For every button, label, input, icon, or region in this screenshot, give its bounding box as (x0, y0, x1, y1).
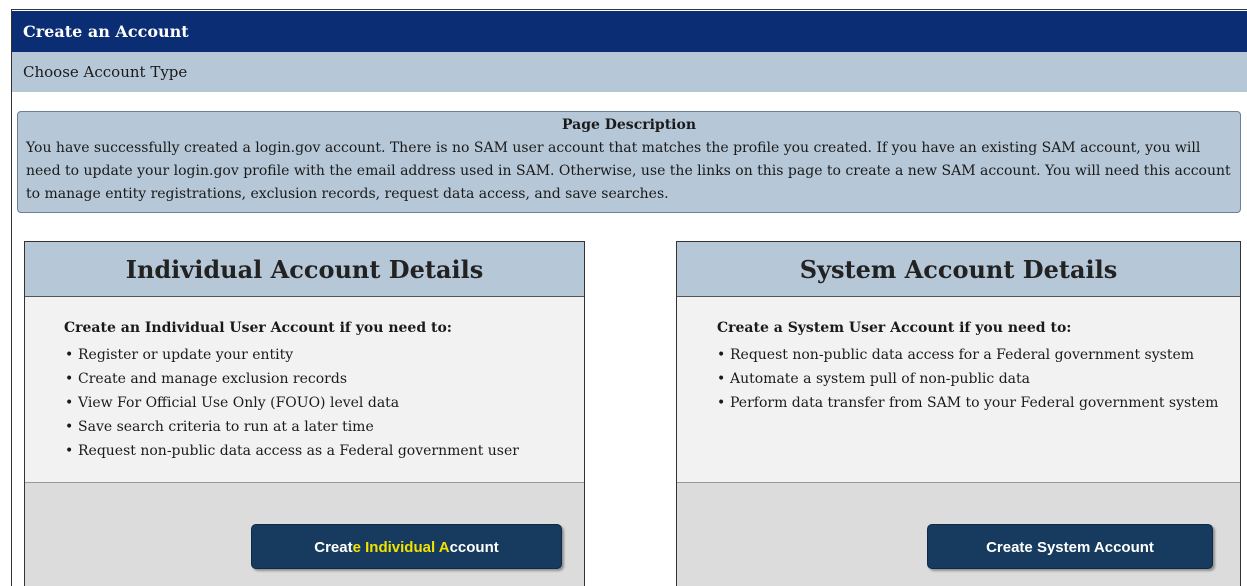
system-card-body: Create a System User Account if you need… (677, 298, 1240, 481)
list-item: Perform data transfer from SAM to your F… (715, 393, 1218, 417)
page-description-text: You have successfully created a login.go… (26, 140, 1231, 202)
button-label-highlight: e Individual A (352, 539, 450, 556)
list-item: Request non-public data access as a Fede… (63, 441, 519, 465)
subheader-bar: Choose Account Type (12, 52, 1247, 92)
list-item: Register or update your entity (63, 345, 519, 369)
system-account-card: System Account Details Create a System U… (676, 241, 1241, 586)
button-label-part: ccount (449, 539, 499, 556)
individual-card-body: Create an Individual User Account if you… (25, 298, 584, 481)
button-label-part: Creat (314, 539, 353, 556)
individual-card-title: Individual Account Details (125, 255, 484, 284)
create-individual-account-button[interactable]: Create Individual Account (251, 524, 562, 569)
individual-card-footer: Create Individual Account (25, 482, 584, 586)
list-item: Save search criteria to run at a later t… (63, 417, 519, 441)
individual-card-header: Individual Account Details (25, 242, 584, 297)
individual-card-intro: Create an Individual User Account if you… (64, 320, 452, 336)
individual-card-list: Register or update your entity Create an… (63, 345, 519, 465)
subheader-title: Choose Account Type (23, 63, 188, 81)
system-card-title: System Account Details (799, 255, 1118, 284)
system-card-footer: Create System Account (677, 482, 1240, 586)
system-card-header: System Account Details (677, 242, 1240, 297)
create-system-account-button[interactable]: Create System Account (927, 524, 1213, 569)
system-card-intro: Create a System User Account if you need… (717, 320, 1072, 336)
header-bar: Create an Account (12, 11, 1247, 52)
page-title: Create an Account (23, 22, 189, 41)
list-item: View For Official Use Only (FOUO) level … (63, 393, 519, 417)
page-description-title: Page Description (561, 117, 697, 133)
system-card-list: Request non-public data access for a Fed… (715, 345, 1218, 417)
individual-account-card: Individual Account Details Create an Ind… (24, 241, 585, 586)
page-description-box: Page Description You have successfully c… (17, 111, 1241, 213)
list-item: Create and manage exclusion records (63, 369, 519, 393)
list-item: Request non-public data access for a Fed… (715, 345, 1218, 369)
list-item: Automate a system pull of non-public dat… (715, 369, 1218, 393)
